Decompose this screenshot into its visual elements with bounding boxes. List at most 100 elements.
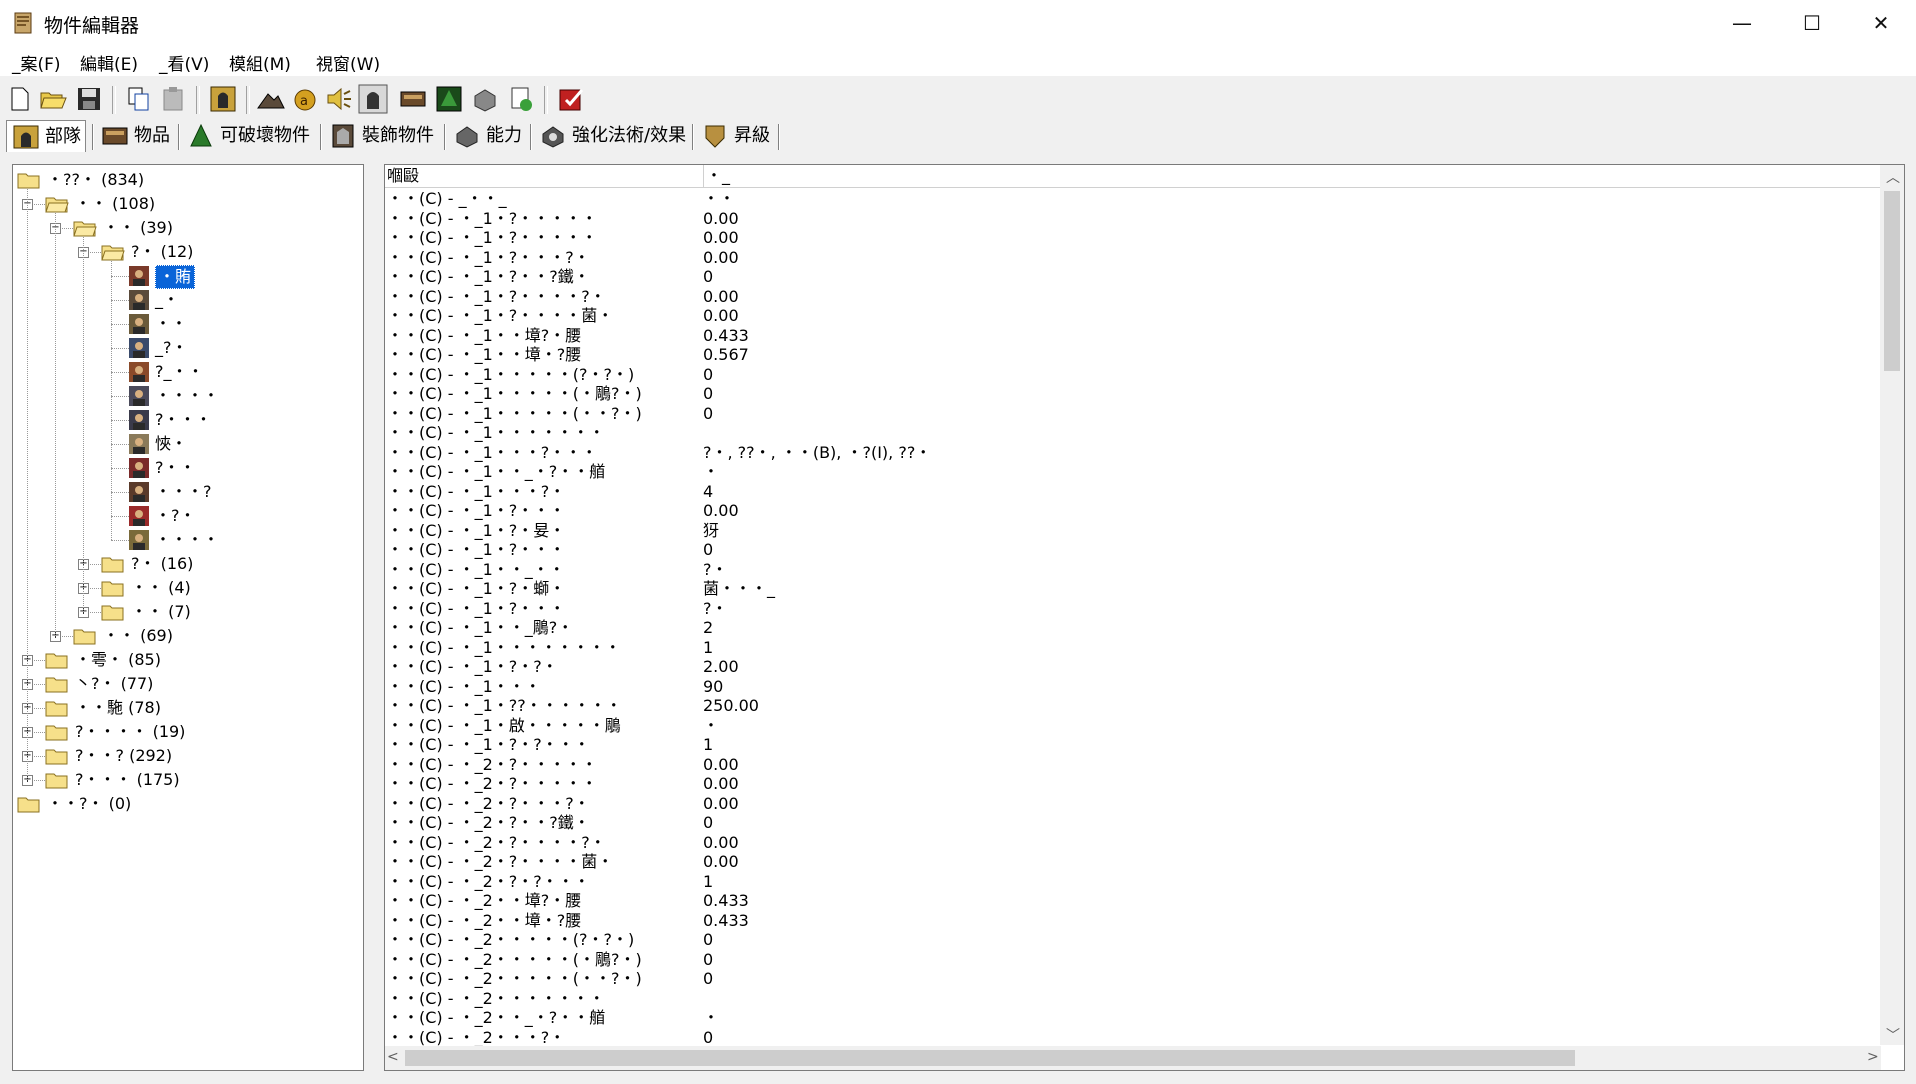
- tree-folder[interactable]: + ?・・・・ (19): [13, 721, 353, 743]
- tree-unit[interactable]: 悏・: [13, 433, 353, 455]
- tree-folder[interactable]: − ・・ (108): [13, 193, 353, 215]
- tree-folder[interactable]: − ?・ (12): [13, 241, 353, 263]
- table-row[interactable]: ・・(C) - ・_1・?・・・ ?・: [385, 599, 1875, 619]
- table-row[interactable]: ・・(C) - ・_2・?・・・・?・ 0.00: [385, 833, 1875, 853]
- table-row[interactable]: ・・(C) - ・_1・?・・・・・ 0.00: [385, 228, 1875, 248]
- table-row[interactable]: ・・(C) - ・_1・?・・・?・ 0.00: [385, 248, 1875, 268]
- unit-editor-icon[interactable]: [358, 84, 388, 114]
- menu-window[interactable]: 視窗(W): [316, 50, 380, 75]
- table-row[interactable]: ・・(C) - ・_2・・墇・?腰 0.433: [385, 911, 1875, 931]
- column-header-value[interactable]: ・_: [703, 165, 730, 187]
- table-row[interactable]: ・・(C) - ・_1・?・?・ 2.00: [385, 657, 1875, 677]
- table-row[interactable]: ・・(C) - ・_1・?・・・ 0: [385, 540, 1875, 560]
- scroll-right-icon[interactable]: >: [1867, 1049, 1879, 1065]
- table-row[interactable]: ・・(C) - ・_1・・・・・(・鵰?・) 0: [385, 384, 1875, 404]
- tree-folder[interactable]: + 丶?・ (77): [13, 673, 353, 695]
- table-row[interactable]: ・・(C) - ・_2・?・・・・・ 0.00: [385, 755, 1875, 775]
- scroll-down-icon[interactable]: ﹀: [1886, 1025, 1900, 1045]
- tab-doodads[interactable]: 裝飾物件: [324, 120, 442, 152]
- tree-folder[interactable]: ・・?・ (0): [13, 793, 353, 815]
- table-row[interactable]: ・・(C) - ・_1・・_・・ ?・: [385, 560, 1875, 580]
- table-row[interactable]: ・・(C) - ・_1・?・・・ 0.00: [385, 501, 1875, 521]
- tree-unit[interactable]: ?・・・: [13, 409, 353, 431]
- object-tree[interactable]: ・??・ (834) − ・・ (108) − ・・ (39) − ?・ (12) ・賄 _・・…: [12, 164, 364, 1071]
- open-icon[interactable]: [38, 84, 68, 114]
- table-row[interactable]: ・・(C) - ・_1・・・・・・・: [385, 423, 1875, 443]
- tree-folder[interactable]: + ?・・・ (175): [13, 769, 353, 791]
- copy-icon[interactable]: [124, 84, 154, 114]
- tab-items[interactable]: 物品: [96, 120, 176, 152]
- item-editor-icon[interactable]: [398, 84, 428, 114]
- tree-unit[interactable]: _?・: [13, 337, 353, 359]
- tree-unit[interactable]: ・・・・: [13, 529, 353, 551]
- tab-abilities[interactable]: 能力: [448, 120, 528, 152]
- table-row[interactable]: ・・(C) - ・_1・??・・・・・・ 250.00: [385, 696, 1875, 716]
- menu-file[interactable]: _案(F): [12, 50, 61, 75]
- table-row[interactable]: ・・(C) - ・_1・・墇?・腰 0.433: [385, 326, 1875, 346]
- scroll-left-icon[interactable]: <: [387, 1049, 399, 1065]
- field-list[interactable]: 嗰毆 ・_ ・・(C) - _・・_ ・・ ・・(C) - ・_1・?・・・・・ 0.…: [384, 164, 1905, 1071]
- maximize-button[interactable]: ☐: [1777, 0, 1847, 46]
- table-row[interactable]: ・・(C) - ・_2・?・・・・・ 0.00: [385, 774, 1875, 794]
- tree-unit[interactable]: ?_・・: [13, 361, 353, 383]
- table-row[interactable]: ・・(C) - ・_2・?・・・?・ 0.00: [385, 794, 1875, 814]
- table-row[interactable]: ・・(C) - ・_2・・墇?・腰 0.433: [385, 891, 1875, 911]
- scroll-up-icon[interactable]: ︿: [1886, 167, 1900, 187]
- test-map-icon[interactable]: [556, 84, 586, 114]
- table-row[interactable]: ・・(C) - ・_1・・・・・(・・?・) 0: [385, 404, 1875, 424]
- table-row[interactable]: ・・(C) - ・_1・?・?・・・ 1: [385, 735, 1875, 755]
- table-row[interactable]: ・・(C) - ・_1・?・・・・菌・ 0.00: [385, 306, 1875, 326]
- table-row[interactable]: ・・(C) - ・_1・?・螄・ 菌・・・_: [385, 579, 1875, 599]
- table-row[interactable]: ・・(C) - ・_2・・・・・・・: [385, 989, 1875, 1009]
- tab-buffs[interactable]: 強化法術/效果: [534, 120, 692, 152]
- minimize-button[interactable]: —: [1707, 0, 1777, 46]
- units-icon[interactable]: [208, 84, 238, 114]
- tree-unit[interactable]: ?・・: [13, 457, 353, 479]
- terrain-icon[interactable]: [256, 84, 286, 114]
- horizontal-scrollbar[interactable]: < >: [385, 1046, 1881, 1070]
- close-button[interactable]: ✕: [1846, 0, 1916, 46]
- table-row[interactable]: ・・(C) - ・_1・・_・?・・艏 ・: [385, 462, 1875, 482]
- table-row[interactable]: ・・(C) - ・_2・・_・?・・艏 ・: [385, 1008, 1875, 1028]
- table-row[interactable]: ・・(C) - ・_2・?・・・・菌・ 0.00: [385, 852, 1875, 872]
- tree-folder[interactable]: + ・雩・ (85): [13, 649, 353, 671]
- table-row[interactable]: ・・(C) - ・_1・・・・・(?・?・) 0: [385, 365, 1875, 385]
- vertical-scroll-thumb[interactable]: [1884, 191, 1900, 371]
- table-row[interactable]: ・・(C) - ・_1・?・・?鐵・ 0: [385, 267, 1875, 287]
- table-row[interactable]: ・・(C) - ・_2・・・・・(・・?・) 0: [385, 969, 1875, 989]
- tree-folder[interactable]: + ・・ (7): [13, 601, 353, 623]
- tree-folder[interactable]: + ?・ (16): [13, 553, 353, 575]
- doodad-editor-icon[interactable]: [434, 84, 464, 114]
- table-row[interactable]: ・・(C) - ・_1・・・?・・・ ?・, ??・, ・・(B), ・?(I),…: [385, 443, 1875, 463]
- tree-folder[interactable]: + ・・ (4): [13, 577, 353, 599]
- paste-icon[interactable]: [158, 84, 188, 114]
- table-row[interactable]: ・・(C) - ・_1・啟・・・・・鵰 ・: [385, 716, 1875, 736]
- buff-editor-icon[interactable]: [506, 84, 536, 114]
- table-row[interactable]: ・・(C) - ・_1・・墇・?腰 0.567: [385, 345, 1875, 365]
- table-row[interactable]: ・・(C) - ・_1・・・ 90: [385, 677, 1875, 697]
- sound-icon[interactable]: [324, 84, 354, 114]
- table-row[interactable]: ・・(C) - ・_2・・・・・(・鵰?・) 0: [385, 950, 1875, 970]
- tree-unit[interactable]: ・・・?: [13, 481, 353, 503]
- tree-folder[interactable]: + ・・ (69): [13, 625, 353, 647]
- table-row[interactable]: ・・(C) - ・_1・・_鵰?・ 2: [385, 618, 1875, 638]
- menu-view[interactable]: _看(V): [159, 50, 209, 75]
- tab-upgrades[interactable]: 昇級: [696, 120, 776, 152]
- table-row[interactable]: ・・(C) - ・_2・・・・・(?・?・) 0: [385, 930, 1875, 950]
- table-row[interactable]: ・・(C) - ・_1・・・?・ 4: [385, 482, 1875, 502]
- table-row[interactable]: ・・(C) - ・_2・?・・?鐵・ 0: [385, 813, 1875, 833]
- ability-editor-icon[interactable]: [470, 84, 500, 114]
- menu-edit[interactable]: 編輯(E): [80, 50, 138, 75]
- vertical-scrollbar[interactable]: ︿ ﹀: [1880, 165, 1904, 1045]
- tree-unit[interactable]: _・: [13, 289, 353, 311]
- table-row[interactable]: ・・(C) - ・_1・?・・・・?・ 0.00: [385, 287, 1875, 307]
- table-row[interactable]: ・・(C) - ・_2・・・?・ 0: [385, 1028, 1875, 1048]
- tree-folder[interactable]: + ?・・? (292): [13, 745, 353, 767]
- tree-folder[interactable]: − ・・ (39): [13, 217, 353, 239]
- save-icon[interactable]: [74, 84, 104, 114]
- table-row[interactable]: ・・(C) - _・・_ ・・: [385, 189, 1875, 209]
- horizontal-scroll-thumb[interactable]: [405, 1050, 1575, 1066]
- tab-destructibles[interactable]: 可破壞物件: [182, 120, 316, 152]
- tree-unit[interactable]: ・賄: [13, 265, 353, 289]
- tree-folder[interactable]: + ・・駞 (78): [13, 697, 353, 719]
